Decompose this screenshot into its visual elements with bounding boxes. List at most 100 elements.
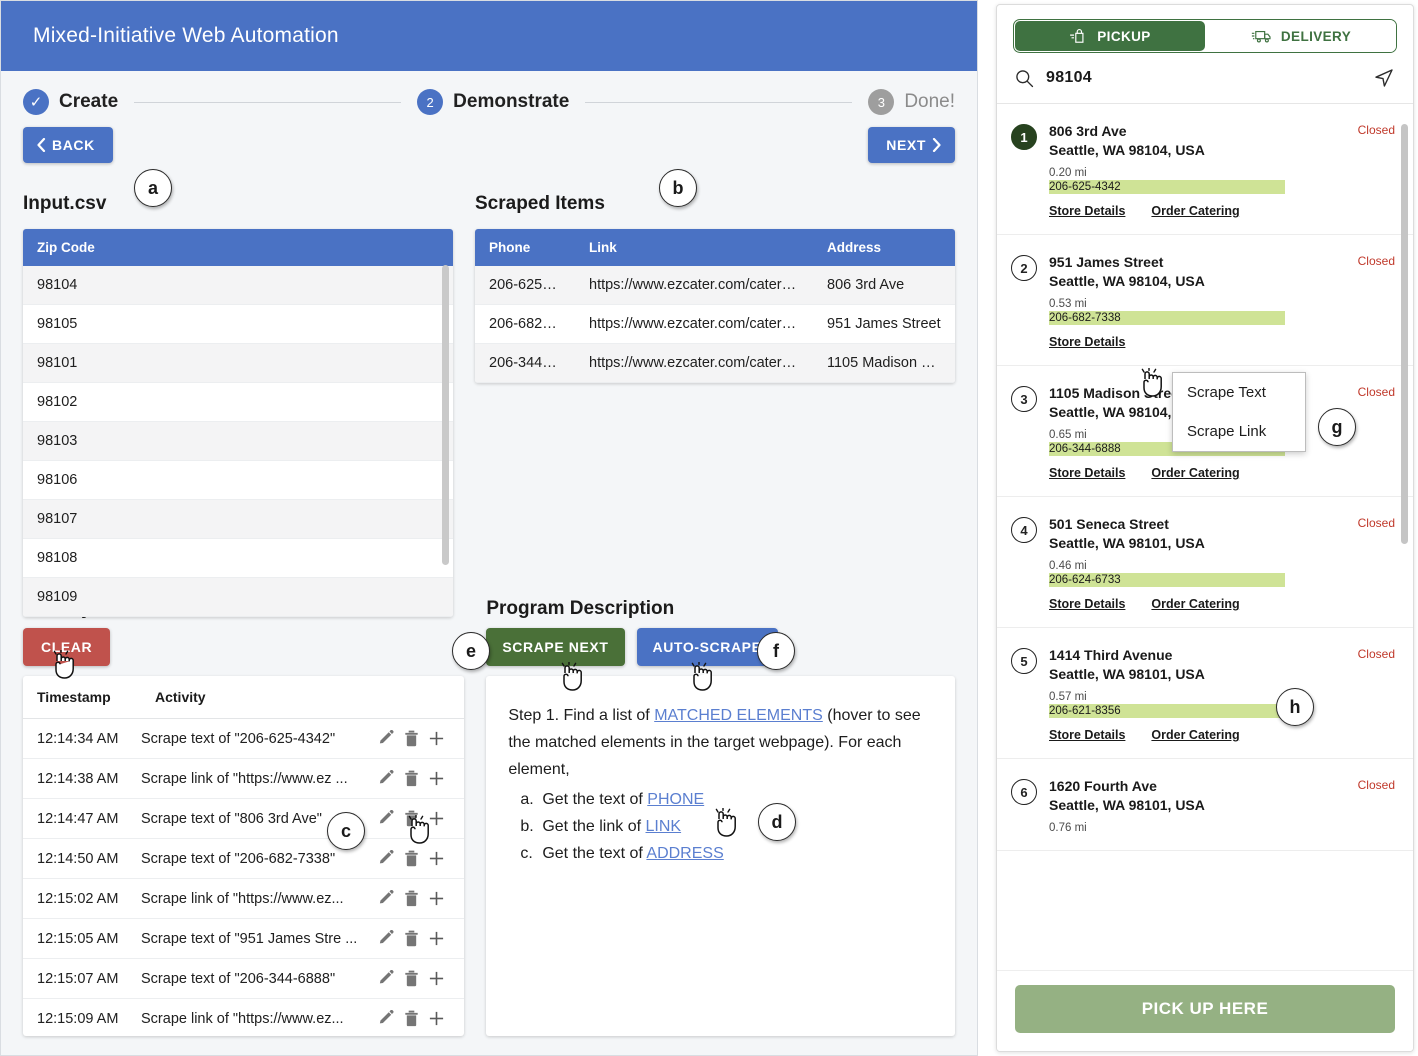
pickup-tab-label: PICKUP bbox=[1097, 28, 1151, 44]
store-details-link[interactable]: Store Details bbox=[1049, 466, 1125, 480]
delete-trash-icon[interactable] bbox=[404, 1010, 419, 1027]
search-input[interactable]: 98104 bbox=[1046, 69, 1361, 87]
app-title: Mixed-Initiative Web Automation bbox=[33, 24, 339, 47]
table-row[interactable]: 98107 bbox=[23, 500, 453, 539]
pickup-tab[interactable]: PICKUP bbox=[1015, 21, 1205, 51]
table-row[interactable]: 98103 bbox=[23, 422, 453, 461]
activity-row[interactable]: 12:15:02 AM Scrape link of "https://www.e… bbox=[23, 879, 465, 919]
matched-elements-link[interactable]: MATCHED ELEMENTS bbox=[654, 707, 823, 724]
activity-row[interactable]: 12:14:50 AM Scrape text of "206-682-7338" bbox=[23, 839, 465, 879]
delete-trash-icon[interactable] bbox=[404, 770, 419, 787]
edit-pencil-icon[interactable] bbox=[378, 810, 395, 827]
store-details-link[interactable]: Store Details bbox=[1049, 597, 1125, 611]
delete-trash-icon[interactable] bbox=[404, 810, 419, 827]
zip-code-cell: 98102 bbox=[37, 394, 78, 410]
step-create[interactable]: ✓ Create bbox=[23, 89, 118, 115]
activity-row[interactable]: 12:14:34 AM Scrape text of "206-625-4342" bbox=[23, 719, 465, 759]
store-list-item[interactable]: 4 501 Seneca Street Seattle, WA 98101, USA… bbox=[997, 497, 1413, 628]
add-plus-icon[interactable] bbox=[428, 850, 445, 867]
table-row[interactable]: 98105 bbox=[23, 305, 453, 344]
activity-row[interactable]: 12:15:09 AM Scrape link of "https://www.e… bbox=[23, 999, 464, 1036]
step-create-circle: ✓ bbox=[23, 89, 49, 115]
add-plus-icon[interactable] bbox=[428, 890, 445, 907]
table-row[interactable]: 98102 bbox=[23, 383, 453, 422]
delete-trash-icon[interactable] bbox=[404, 850, 419, 867]
edit-pencil-icon[interactable] bbox=[378, 850, 395, 867]
add-plus-icon[interactable] bbox=[428, 730, 445, 747]
context-menu-item-scrape-link[interactable]: Scrape Link bbox=[1173, 412, 1305, 451]
store-phone-highlighted[interactable]: 206-624-6733 bbox=[1049, 573, 1285, 587]
delete-trash-icon[interactable] bbox=[404, 930, 419, 947]
substep-link-link[interactable]: LINK bbox=[646, 818, 682, 835]
program-description-actions: SCRAPE NEXT AUTO-SCRAPE bbox=[486, 628, 955, 666]
table-row[interactable]: 206-344-6888 https://www.ezcater.com/cate… bbox=[475, 344, 955, 383]
substep-address-link[interactable]: ADDRESS bbox=[646, 845, 723, 862]
step-demonstrate[interactable]: 2 Demonstrate bbox=[417, 89, 569, 115]
store-details-link[interactable]: Store Details bbox=[1049, 335, 1125, 349]
substep-phone-link[interactable]: PHONE bbox=[647, 791, 704, 808]
store-body: 1620 Fourth Ave Seattle, WA 98101, USA 0.7… bbox=[1049, 777, 1395, 834]
add-plus-icon[interactable] bbox=[428, 1010, 445, 1027]
table-row[interactable]: 98108 bbox=[23, 539, 453, 578]
order-catering-link[interactable]: Order Catering bbox=[1151, 204, 1239, 218]
store-list-scrollbar[interactable] bbox=[1401, 124, 1408, 544]
delete-trash-icon[interactable] bbox=[404, 890, 419, 907]
edit-pencil-icon[interactable] bbox=[378, 890, 395, 907]
store-phone-highlighted[interactable]: 206-682-7338 bbox=[1049, 311, 1285, 325]
store-links: Store Details Order Catering bbox=[1049, 204, 1395, 218]
search-icon bbox=[1016, 69, 1034, 87]
edit-pencil-icon[interactable] bbox=[378, 930, 395, 947]
back-button[interactable]: BACK bbox=[23, 127, 113, 163]
phone-cell: 206-344-6888 bbox=[489, 355, 575, 371]
delete-trash-icon[interactable] bbox=[404, 970, 419, 987]
clear-button[interactable]: CLEAR bbox=[23, 628, 111, 666]
edit-pencil-icon[interactable] bbox=[378, 1010, 395, 1027]
edit-pencil-icon[interactable] bbox=[378, 970, 395, 987]
scrape-context-menu: Scrape Text Scrape Link bbox=[1172, 372, 1306, 452]
program-substep: c. Get the text of ADDRESS bbox=[508, 840, 933, 867]
order-catering-link[interactable]: Order Catering bbox=[1151, 597, 1239, 611]
edit-pencil-icon[interactable] bbox=[378, 770, 395, 787]
store-phone-highlighted[interactable]: 206-625-4342 bbox=[1049, 180, 1285, 194]
activity-row[interactable]: 12:15:05 AM Scrape text of "951 James Str… bbox=[23, 919, 465, 959]
next-button[interactable]: NEXT bbox=[868, 127, 955, 163]
activity-row[interactable]: 12:14:47 AM Scrape text of "806 3rd Ave" bbox=[23, 799, 465, 839]
table-row[interactable]: 98109 bbox=[23, 578, 453, 617]
store-details-link[interactable]: Store Details bbox=[1049, 204, 1125, 218]
scrape-next-button[interactable]: SCRAPE NEXT bbox=[486, 628, 625, 666]
pick-up-here-button[interactable]: PICK UP HERE bbox=[1015, 985, 1395, 1033]
store-details-link[interactable]: Store Details bbox=[1049, 728, 1125, 742]
add-plus-icon[interactable] bbox=[428, 770, 445, 787]
store-list-item[interactable]: 2 951 James Street Seattle, WA 98104, USA 0… bbox=[997, 235, 1413, 366]
store-status-badge: Closed bbox=[1357, 385, 1395, 399]
add-plus-icon[interactable] bbox=[428, 930, 445, 947]
input-csv-table-head: Zip Code bbox=[23, 229, 453, 266]
table-row[interactable]: 98101 bbox=[23, 344, 453, 383]
edit-pencil-icon[interactable] bbox=[378, 730, 395, 747]
order-catering-link[interactable]: Order Catering bbox=[1151, 728, 1239, 742]
activity-description: Scrape link of "https://www.ez... bbox=[141, 890, 344, 907]
stepper-connector-2 bbox=[585, 101, 853, 103]
add-plus-icon[interactable] bbox=[428, 810, 445, 827]
delete-trash-icon[interactable] bbox=[404, 730, 419, 747]
store-list-item[interactable]: 1 806 3rd Ave Seattle, WA 98104, USA 0.20 m… bbox=[997, 104, 1413, 235]
order-catering-link[interactable]: Order Catering bbox=[1151, 466, 1239, 480]
truck-icon bbox=[1251, 30, 1271, 43]
input-csv-scrollbar[interactable] bbox=[442, 265, 449, 565]
delivery-tab[interactable]: DELIVERY bbox=[1206, 20, 1396, 52]
input-csv-header-row: Input.csv bbox=[23, 187, 453, 221]
location-search-bar[interactable]: 98104 bbox=[997, 53, 1413, 104]
table-row[interactable]: 206-625-4342 https://www.ezcater.com/cate… bbox=[475, 266, 955, 305]
activity-row[interactable]: 12:14:38 AM Scrape link of "https://www.e… bbox=[23, 759, 465, 799]
navigate-arrow-icon[interactable] bbox=[1373, 67, 1395, 89]
table-row[interactable]: 98104 bbox=[23, 266, 453, 305]
activity-row[interactable]: 12:15:07 AM Scrape text of "206-344-6888" bbox=[23, 959, 465, 999]
store-list-item[interactable]: 5 1414 Third Avenue Seattle, WA 98101, USA… bbox=[997, 628, 1413, 759]
step-done[interactable]: 3 Done! bbox=[868, 89, 955, 115]
store-phone-highlighted[interactable]: 206-621-8356 bbox=[1049, 704, 1285, 718]
table-row[interactable]: 98106 bbox=[23, 461, 453, 500]
context-menu-item-scrape-text[interactable]: Scrape Text bbox=[1173, 373, 1305, 412]
add-plus-icon[interactable] bbox=[428, 970, 445, 987]
store-list-item[interactable]: 6 1620 Fourth Ave Seattle, WA 98101, USA 0.… bbox=[997, 759, 1413, 851]
table-row[interactable]: 206-682-7338 https://www.ezcater.com/cate… bbox=[475, 305, 955, 344]
